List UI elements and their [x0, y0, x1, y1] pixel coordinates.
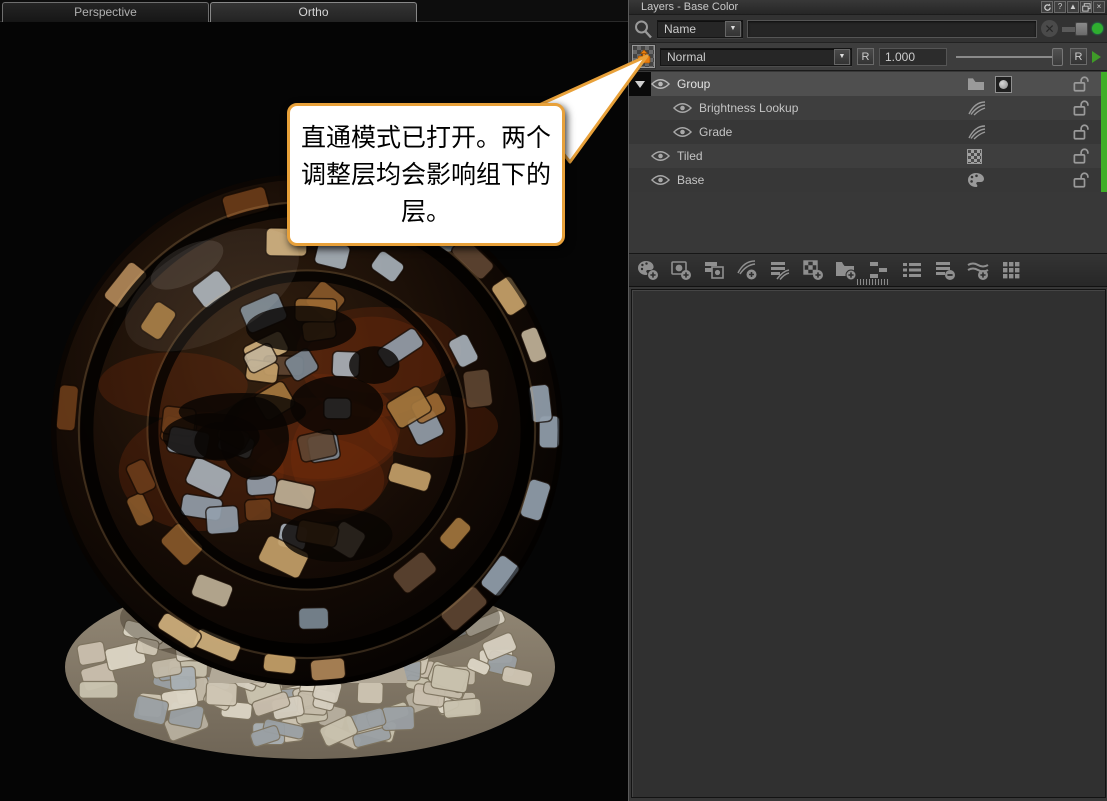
reset-blend-button[interactable]: R — [857, 48, 874, 65]
layer-row-grade[interactable]: Grade — [629, 120, 1107, 144]
folder-icon — [967, 77, 985, 91]
collapse-icon[interactable]: ▲ — [1067, 1, 1079, 13]
layer-row-group[interactable]: Group — [629, 72, 1107, 96]
layer-cached-indicator — [1101, 120, 1107, 144]
application-window: Perspective Ortho 直通模式已打开。两个调整层均会影响组下的层。… — [0, 0, 1107, 801]
passthrough-icon — [636, 49, 652, 65]
blend-controls-row: Normal ▼ R R — [629, 43, 1107, 71]
empty-detail-panel — [631, 289, 1106, 798]
panel-title-bar[interactable]: Layers - Base Color ? ▲ × — [629, 0, 1107, 15]
add-adjustment-stack-icon[interactable] — [767, 257, 793, 283]
lock-icon[interactable] — [1071, 99, 1089, 117]
search-icon — [633, 19, 653, 39]
layer-toolbar — [629, 253, 1107, 287]
expand-toggle[interactable] — [629, 72, 651, 96]
play-icon[interactable] — [1092, 50, 1104, 64]
status-dot — [1092, 23, 1103, 34]
blend-mode-value: Normal — [661, 50, 833, 64]
layer-name: Base — [677, 173, 967, 187]
splitter-grip[interactable] — [857, 279, 889, 285]
add-paint-layer-icon[interactable] — [635, 257, 661, 283]
visibility-eye-icon[interactable] — [651, 150, 670, 162]
lock-icon[interactable] — [1071, 123, 1089, 141]
layer-name: Group — [677, 77, 967, 91]
lock-icon[interactable] — [1071, 147, 1089, 165]
layer-name: Grade — [699, 125, 967, 139]
filter-field-value: Name — [658, 22, 724, 36]
filter-opacity-slider[interactable] — [1062, 21, 1088, 37]
visibility-eye-icon[interactable] — [651, 78, 670, 90]
layer-cached-indicator — [1101, 72, 1107, 96]
layer-filter-row: Name ▼ ✕ — [629, 15, 1107, 43]
reset-amount-button[interactable]: R — [1070, 48, 1087, 65]
layer-cached-indicator — [1101, 144, 1107, 168]
layer-list-icon[interactable] — [899, 257, 925, 283]
chevron-down-icon: ▼ — [834, 49, 850, 65]
blend-amount-input[interactable] — [879, 48, 947, 66]
visibility-eye-icon[interactable] — [651, 174, 670, 186]
clear-search-icon[interactable]: ✕ — [1041, 20, 1058, 37]
layer-name: Brightness Lookup — [699, 101, 967, 115]
layer-cached-indicator — [1101, 96, 1107, 120]
adjustment-icon — [967, 124, 987, 140]
passthrough-toggle[interactable] — [632, 45, 655, 68]
layer-row-base[interactable]: Base — [629, 168, 1107, 192]
blend-mode-select[interactable]: Normal ▼ — [660, 48, 852, 66]
lock-icon[interactable] — [1071, 75, 1089, 93]
help-icon[interactable]: ? — [1054, 1, 1066, 13]
add-mask-icon[interactable] — [668, 257, 694, 283]
adjustment-icon — [967, 100, 987, 116]
mask-thumbnail-icon[interactable] — [995, 76, 1012, 93]
filter-field-select[interactable]: Name ▼ — [657, 20, 743, 38]
visibility-eye-icon[interactable] — [673, 126, 692, 138]
add-shader-layer-icon[interactable] — [965, 257, 991, 283]
layer-search-input[interactable] — [747, 20, 1037, 38]
close-icon[interactable]: × — [1093, 1, 1105, 13]
layer-cached-indicator — [1101, 168, 1107, 192]
viewport-tab-bar: Perspective Ortho — [0, 0, 628, 22]
add-adjustment-icon[interactable] — [734, 257, 760, 283]
chevron-down-icon: ▼ — [725, 21, 741, 37]
refresh-icon[interactable] — [1041, 1, 1053, 13]
tab-perspective[interactable]: Perspective — [2, 2, 209, 22]
slider-handle[interactable] — [1052, 48, 1063, 66]
layer-row-tiled[interactable]: Tiled — [629, 144, 1107, 168]
lock-icon[interactable] — [1071, 171, 1089, 189]
add-group-icon[interactable] — [833, 257, 859, 283]
blend-amount-slider[interactable] — [952, 47, 1065, 67]
panel-title: Layers - Base Color — [641, 1, 738, 13]
layer-list: Group — [629, 72, 1107, 253]
add-procedural-icon[interactable] — [800, 257, 826, 283]
layer-name: Tiled — [677, 149, 967, 163]
passthrough-tooltip: 直通模式已打开。两个调整层均会影响组下的层。 — [287, 103, 565, 246]
float-icon[interactable] — [1080, 1, 1092, 13]
grid-view-icon[interactable] — [998, 257, 1024, 283]
visibility-eye-icon[interactable] — [673, 102, 692, 114]
remove-layer-icon[interactable] — [932, 257, 958, 283]
tiled-icon — [967, 149, 982, 164]
copy-layer-icon[interactable] — [701, 257, 727, 283]
tab-ortho[interactable]: Ortho — [210, 2, 417, 22]
layers-panel: Layers - Base Color ? ▲ × Name ▼ — [628, 0, 1107, 801]
layer-row-brightness-lookup[interactable]: Brightness Lookup — [629, 96, 1107, 120]
chevron-down-icon — [635, 81, 645, 88]
palette-icon — [967, 172, 985, 188]
